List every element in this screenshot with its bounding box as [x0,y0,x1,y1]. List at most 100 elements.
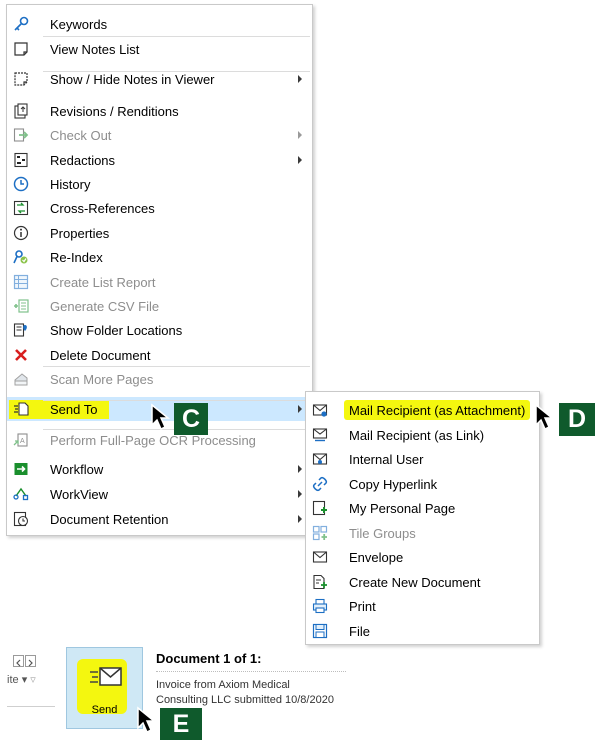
document-title: Document 1 of 1: [156,651,262,666]
submenu-arrow-icon [298,515,302,523]
submenu-item-mail-recipient-as-link[interactable]: Mail Recipient (as Link) [306,423,539,447]
workview-icon [12,485,30,503]
menu-item-cross-references[interactable]: Cross-References [7,196,312,220]
cross-references-icon [12,199,30,217]
menu-separator [43,400,310,401]
retention-icon [12,510,30,528]
cursor-arrow-icon [151,403,171,431]
submenu-arrow-icon [298,490,302,498]
submenu-item-label: Tile Groups [349,525,416,541]
callout-badge-c: C [174,403,208,435]
divider [7,706,55,707]
submenu-item-label: Internal User [349,452,424,467]
print-icon [311,597,329,615]
menu-item-workflow[interactable]: Workflow [7,457,312,481]
menu-item-revisions-renditions[interactable]: Revisions / Renditions [7,99,312,123]
save-file-icon [311,622,329,640]
menu-item-label: Delete Document [50,348,151,363]
folder-location-icon [12,321,30,339]
submenu-item-mail-recipient-as-attachment[interactable]: Mail Recipient (as Attachment) [306,398,539,422]
send-mail-icon [90,667,122,686]
filter-icon[interactable]: ▿ [30,674,36,686]
menu-item-view-notes-list[interactable]: View Notes List [7,37,312,61]
menu-item-label: Create List Report [50,275,156,290]
menu-separator [43,366,310,367]
personal-page-icon [311,499,329,517]
menu-item-label: Perform Full-Page OCR Processing [50,433,256,448]
submenu-item-file[interactable]: File [306,619,539,643]
menu-separator [43,71,310,72]
menu-item-label: Send To [50,402,98,417]
menu-item-label: Revisions / Renditions [50,104,179,119]
menu-item-label: Cross-References [50,201,155,216]
submenu-item-envelope[interactable]: Envelope [306,545,539,569]
menu-item-label: Redactions [50,153,116,168]
submenu-item-tile-groups[interactable]: Tile Groups [306,521,539,545]
svg-text:A: A [20,438,25,445]
callout-badge-e: E [160,708,202,740]
submenu-arrow-icon [298,75,302,83]
submenu-item-label: Envelope [349,550,404,565]
csv-icon [12,297,30,315]
ribbon-dropdown[interactable]: ite ▾ ▿ [7,673,36,686]
key-icon [12,15,30,33]
submenu-item-label: Copy Hyperlink [349,476,438,492]
send-button[interactable]: Send [66,647,143,729]
callout-badge-d: D [559,403,595,436]
info-icon [12,224,30,242]
submenu-item-label: Mail Recipient (as Link) [349,427,485,443]
note-icon [12,40,30,58]
scan-icon [12,370,30,388]
document-description-line-1: Invoice from Axiom Medical [156,679,290,691]
menu-item-scan-more-pages[interactable]: Scan More Pages [7,367,312,391]
menu-item-properties[interactable]: Properties [7,221,312,245]
menu-item-label: Check Out [50,128,112,143]
menu-item-redactions[interactable]: Redactions [7,148,312,172]
document-description-line-2: Consulting LLC submitted 10/8/2020 [156,694,334,706]
menu-item-re-index[interactable]: Re-Index [7,245,312,269]
submenu-item-label: File [349,623,370,639]
pager-controls[interactable] [13,655,37,667]
menu-item-history[interactable]: History [7,172,312,196]
menu-item-delete-document[interactable]: Delete Document [7,343,312,367]
send-button-label: Send [91,704,118,716]
submenu-item-label: Create New Document [349,574,481,590]
submenu-item-copy-hyperlink[interactable]: Copy Hyperlink [306,472,539,496]
menu-item-document-retention[interactable]: Document Retention [7,507,312,531]
menu-item-create-list-report[interactable]: Create List Report [7,270,312,294]
revisions-icon [12,102,30,120]
note-toggle-icon [12,70,30,88]
menu-item-label: Scan More Pages [50,372,154,387]
redactions-icon [12,151,30,169]
submenu-arrow-icon [298,405,302,413]
menu-item-label: Keywords [50,17,108,32]
divider [156,671,346,672]
menu-item-check-out[interactable]: Check Out [7,123,312,147]
submenu-item-create-new-document[interactable]: Create New Document [306,570,539,594]
workflow-icon [12,460,30,478]
menu-item-label: View Notes List [50,42,140,57]
menu-item-keywords[interactable]: Keywords [7,12,312,36]
menu-item-label: WorkView [50,487,109,502]
submenu-item-print[interactable]: Print [306,594,539,618]
reindex-icon [12,248,30,266]
cursor-arrow-icon [137,706,157,734]
menu-item-label: Workflow [50,462,104,477]
submenu-item-label: Mail Recipient (as Attachment) [349,403,526,418]
previous-icon[interactable] [13,655,24,667]
menu-item-label: Properties [50,226,110,241]
menu-item-label: Show Folder Locations [50,323,183,338]
menu-item-label: Show / Hide Notes in Viewer [50,72,215,87]
menu-item-show-folder-locations[interactable]: Show Folder Locations [7,318,312,342]
tile-groups-icon [311,524,329,542]
next-icon[interactable] [25,655,36,667]
submenu-item-internal-user[interactable]: Internal User [306,447,539,471]
menu-item-generate-csv-file[interactable]: Generate CSV File [7,294,312,318]
menu-item-label: Document Retention [50,512,169,527]
submenu-item-my-personal-page[interactable]: My Personal Page [306,496,539,520]
submenu-arrow-icon [298,156,302,164]
mail-attachment-icon [311,401,329,419]
hyperlink-icon [311,475,329,493]
chevron-down-icon: ▾ [21,674,28,686]
menu-item-workview[interactable]: WorkView [7,482,312,506]
